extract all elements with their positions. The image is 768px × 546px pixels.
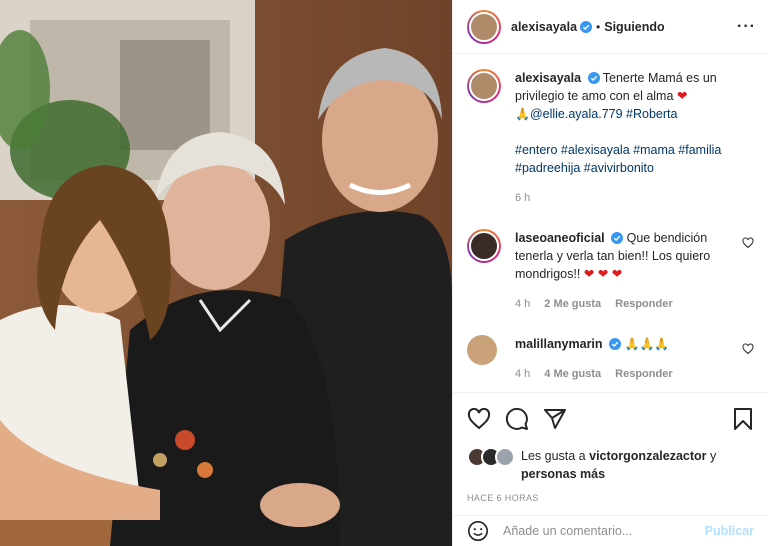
caption-username[interactable]: alexisayala	[515, 71, 581, 85]
caption-hashtags[interactable]: #entero #alexisayala #mama #familia #pad…	[515, 141, 754, 177]
post-header: alexisayala • Siguiendo ···	[453, 0, 768, 54]
heart-icon[interactable]	[467, 407, 491, 431]
caption: alexisayala Tenerte Mamá es un privilegi…	[467, 69, 754, 207]
caption-time[interactable]: 6 h	[515, 189, 530, 207]
likes-text: Les gusta a victorgonzalezactor y person…	[521, 447, 716, 483]
verified-badge-icon	[587, 72, 600, 84]
comment-composer: Añade un comentario... Publicar	[453, 515, 768, 546]
more-icon[interactable]: ···	[737, 18, 756, 36]
comment-input[interactable]: Añade un comentario...	[503, 524, 705, 538]
comment-like-heart-icon[interactable]	[742, 343, 754, 355]
verified-badge-icon	[580, 20, 593, 33]
comment-time[interactable]: 4 h	[515, 295, 530, 313]
pray-emoji: 🙏	[515, 107, 530, 121]
emoji-icon[interactable]	[467, 520, 489, 542]
liker-username[interactable]: victorgonzalezactor	[589, 449, 706, 463]
post-side-panel: alexisayala • Siguiendo ··· alexisayala …	[452, 0, 768, 546]
publish-button[interactable]: Publicar	[705, 524, 754, 538]
reply-button[interactable]: Responder	[615, 295, 672, 313]
comment-username[interactable]: laseoaneoficial	[515, 231, 605, 245]
comment-like-heart-icon[interactable]	[742, 237, 754, 249]
share-icon[interactable]	[543, 407, 567, 431]
post-image	[0, 0, 452, 546]
comment-avatar[interactable]	[467, 229, 501, 263]
verified-badge-icon	[609, 338, 622, 350]
post-timestamp[interactable]: HACE 6 HORAS	[467, 493, 754, 503]
likes-prefix: Les gusta a	[521, 449, 586, 463]
separator-dot: •	[596, 19, 601, 34]
caption-mentions[interactable]: @ellie.ayala.779 #Roberta	[530, 107, 678, 121]
likes-others-link[interactable]: personas más	[521, 467, 605, 481]
comment-likes[interactable]: 4 Me gusta	[544, 365, 601, 383]
comment-icon[interactable]	[505, 407, 529, 431]
comment-username[interactable]: malillanymarin	[515, 337, 603, 351]
author-username[interactable]: alexisayala	[511, 20, 577, 34]
comment-meta: 4 h 2 Me gusta Responder	[515, 295, 734, 313]
caption-avatar[interactable]	[467, 69, 501, 103]
heart-emoji: ❤	[676, 89, 688, 103]
likes-summary: Les gusta a victorgonzalezactor y person…	[467, 447, 754, 483]
liker-avatars[interactable]	[467, 447, 519, 467]
comment-text: 🙏🙏🙏	[624, 337, 670, 351]
bookmark-icon[interactable]	[732, 407, 754, 431]
following-button[interactable]: Siguiendo	[604, 20, 664, 34]
comment-time[interactable]: 4 h	[515, 365, 530, 383]
author-avatar[interactable]	[467, 9, 501, 44]
comments-list[interactable]: alexisayala Tenerte Mamá es un privilegi…	[453, 55, 768, 392]
comment-item: malillanymarin 🙏🙏🙏 4 h 4 Me gusta Respon…	[467, 335, 754, 383]
verified-badge-icon	[611, 232, 624, 244]
heart-emojis: ❤ ❤ ❤	[583, 267, 623, 281]
likes-and: y	[710, 449, 717, 463]
comment-likes[interactable]: 2 Me gusta	[544, 295, 601, 313]
reply-button[interactable]: Responder	[615, 365, 672, 383]
comment-avatar[interactable]	[467, 335, 497, 365]
caption-meta: 6 h	[515, 189, 754, 207]
comment-meta: 4 h 4 Me gusta Responder	[515, 365, 734, 383]
post-actions: Les gusta a victorgonzalezactor y person…	[453, 392, 768, 503]
comment-item: laseoaneoficial Que bendición tenerla y …	[467, 229, 754, 313]
post-photo[interactable]	[0, 0, 452, 546]
